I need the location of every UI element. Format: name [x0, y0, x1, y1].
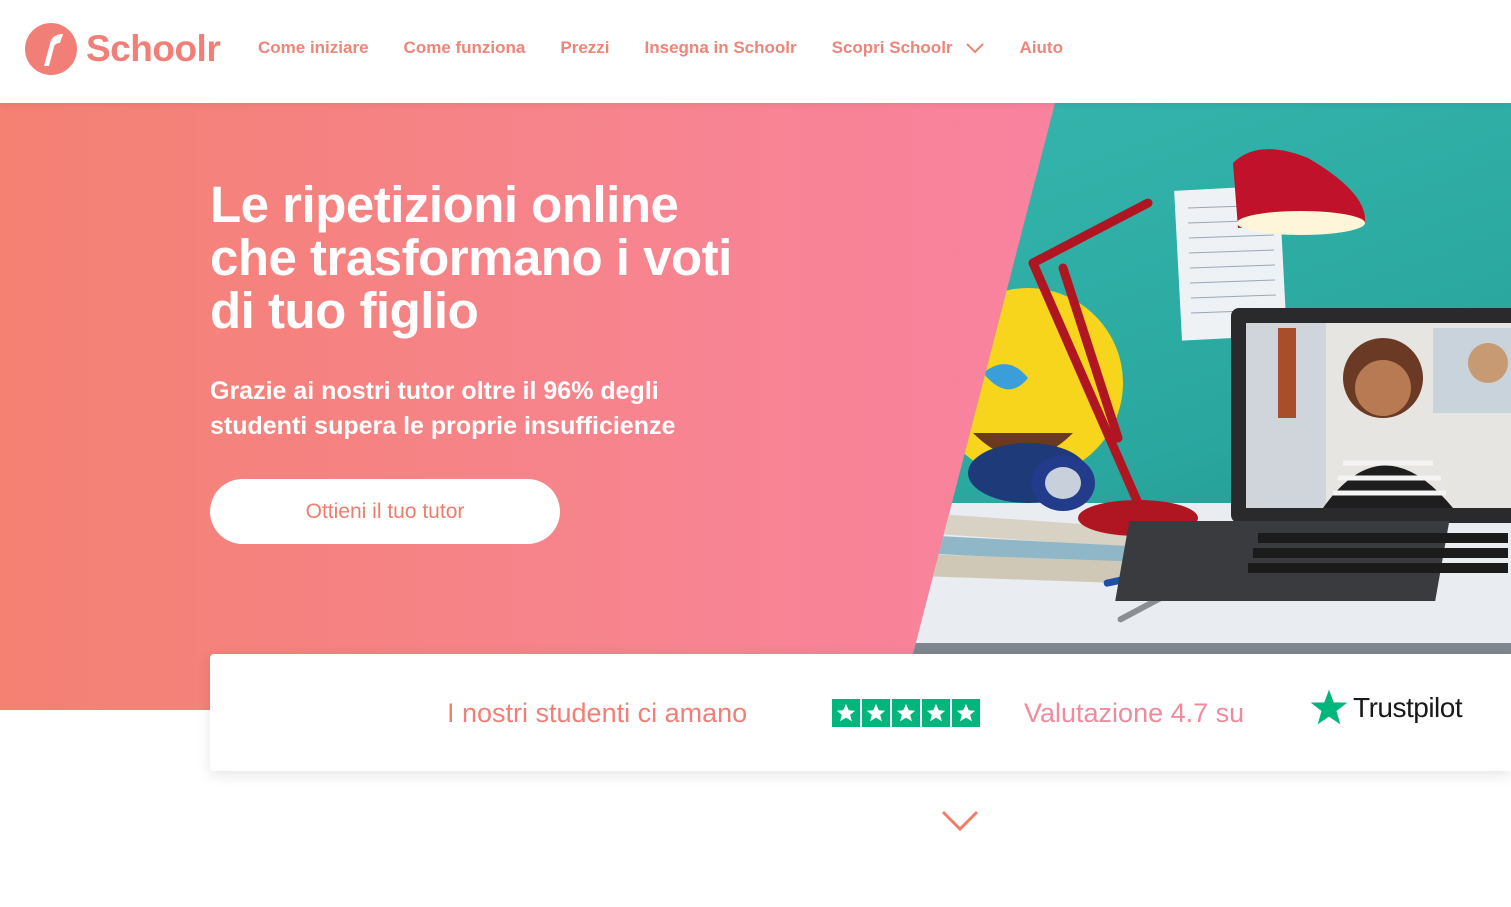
page: Schoolr Come iniziare Come funziona Prez…: [0, 0, 1511, 907]
main-nav: Come iniziare Come funziona Prezzi Inseg…: [258, 38, 1098, 58]
star-icon: [862, 699, 890, 727]
nav-come-iniziare[interactable]: Come iniziare: [258, 38, 369, 58]
nav-scopri-label: Scopri Schoolr: [831, 38, 953, 57]
trustpilot-logo[interactable]: Trustpilot: [1309, 688, 1463, 728]
star-icon: [892, 699, 920, 727]
trustpilot-star-icon: [1310, 689, 1348, 725]
nav-insegna[interactable]: Insegna in Schoolr: [645, 38, 797, 58]
scroll-down-chevron-icon[interactable]: [940, 808, 980, 834]
rating-score-text: Valutazione 4.7 su: [1024, 698, 1245, 728]
top-navbar: Schoolr Come iniziare Come funziona Prez…: [0, 0, 1511, 103]
logo-text: Schoolr: [86, 28, 221, 69]
rating-bar: I nostri studenti ci amano Valutazione 4…: [210, 654, 1511, 771]
star-icon: [832, 699, 860, 727]
nav-come-funziona[interactable]: Come funziona: [404, 38, 526, 58]
hero-subtitle-line-1: Grazie ai nostri tutor oltre il 96% degl…: [210, 377, 659, 405]
hero-title-line-1: Le ripetizioni online: [210, 176, 679, 233]
logo-mark-icon: [25, 23, 77, 75]
star-icon: [952, 699, 980, 727]
nav-scopri-schoolr[interactable]: Scopri Schoolr: [832, 38, 985, 58]
hero-title-line-2: che trasformano i voti: [210, 229, 732, 286]
nav-prezzi[interactable]: Prezzi: [560, 38, 609, 58]
schoolr-logo[interactable]: Schoolr: [24, 22, 221, 76]
hero-subtitle: Grazie ai nostri tutor oltre il 96% degl…: [210, 374, 770, 444]
trustpilot-text: Trustpilot: [1353, 692, 1463, 723]
trustpilot-stars: [832, 699, 982, 727]
hero-title: Le ripetizioni online che trasformano i …: [210, 178, 850, 337]
nav-aiuto[interactable]: Aiuto: [1020, 38, 1063, 58]
get-tutor-button[interactable]: Ottieni il tuo tutor: [210, 479, 560, 544]
hero-subtitle-line-2: studenti supera le proprie insufficienze: [210, 412, 676, 440]
star-icon: [922, 699, 950, 727]
chevron-down-icon: [965, 43, 984, 54]
students-love-text: I nostri studenti ci amano: [447, 698, 748, 728]
hero-title-line-3: di tuo figlio: [210, 282, 479, 339]
